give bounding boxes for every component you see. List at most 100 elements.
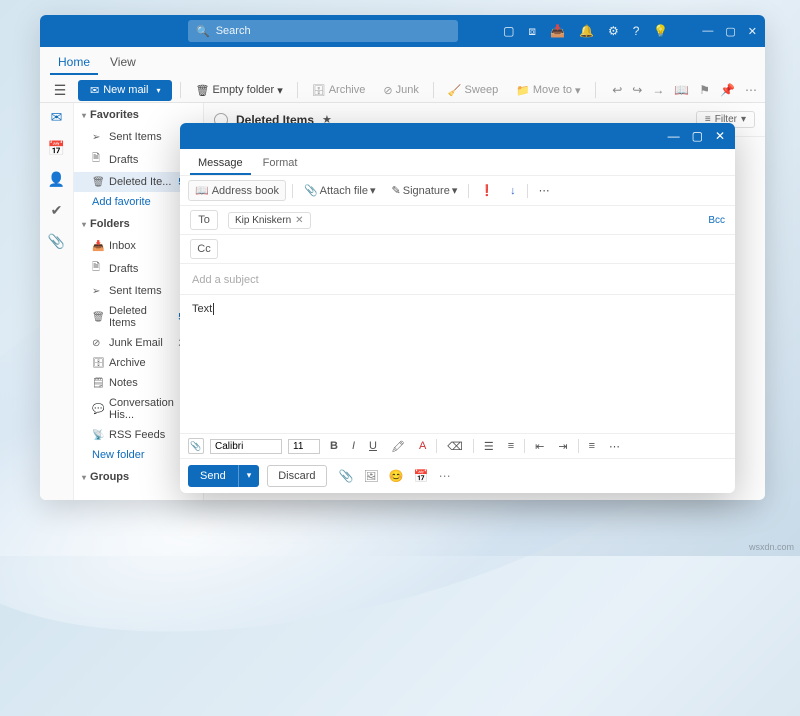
tab-home[interactable]: Home [50,51,98,75]
compose-maximize-button[interactable]: ▢ [692,129,703,143]
to-button[interactable]: To [190,210,218,230]
align-button[interactable]: ≡ [585,439,599,453]
new-mail-button[interactable]: ✉ New mail [78,80,172,101]
outdent-button[interactable]: ⇤ [531,439,548,454]
bell-icon[interactable]: 🔔 [579,24,594,38]
title-bar-actions: ▢ ⧈ 📥 🔔 ⚙ ? 💡 — ▢ ✕ [503,24,757,39]
junk-button[interactable]: ⊘Junk [377,81,424,100]
close-button[interactable]: ✕ [748,25,757,38]
clear-format-button[interactable]: ⌫ [443,439,467,454]
compose-tab-format[interactable]: Format [255,153,306,175]
drafts-icon: 🗎 [92,260,104,277]
chat-icon: 💬 [92,404,104,415]
maximize-button[interactable]: ▢ [725,25,735,38]
archive-icon: 🗄 [312,84,326,97]
hamburger-icon[interactable]: ☰ [48,78,72,102]
font-size-select[interactable] [288,439,320,454]
emoji-icon[interactable]: 😊 [389,469,404,483]
rail-people-icon[interactable]: 👤 [48,171,65,188]
reply-all-icon[interactable]: ↪ [632,83,642,97]
junk-icon: ⊘ [92,338,104,349]
flag-icon[interactable]: ⚑ [699,83,710,97]
more-options-button[interactable]: ⋯ [534,181,555,200]
bullets-button[interactable]: ☰ [480,439,498,454]
discard-button[interactable]: Discard [267,465,326,487]
feedback-icon[interactable]: 💡 [653,24,668,38]
minimize-button[interactable]: — [702,25,713,38]
subject-input[interactable] [192,274,723,286]
highlight-button[interactable]: 🖍 [387,439,409,454]
rail-calendar-icon[interactable]: 📅 [48,140,65,157]
reply-icon[interactable]: ↩ [612,83,622,97]
recipient-chip[interactable]: Kip Kniskern ✕ [228,212,311,229]
send-bar: Send ▾ Discard 📎 🖼 😊 📅 ⋯ [180,458,735,493]
settings-icon[interactable]: ⚙ [608,24,619,38]
indent-button[interactable]: ⇥ [554,439,571,454]
importance-low-button[interactable]: ↓ [505,182,521,200]
rss-icon: 📡 [92,430,104,441]
schedule-icon[interactable]: 📅 [414,469,429,483]
read-icon[interactable]: 📖 [674,83,689,97]
more-icon[interactable]: ⋯ [745,83,757,97]
font-select[interactable] [210,439,282,454]
sweep-icon: 🧹 [448,84,462,97]
rail-files-icon[interactable]: 📎 [48,233,65,250]
picture-icon[interactable]: 🖼 [363,469,378,483]
watermark: wsxdn.com [749,542,794,552]
search-placeholder: Search [216,25,251,37]
recipient-name: Kip Kniskern [235,215,291,226]
attach-file-button[interactable]: 📎Attach file ▾ [299,181,381,200]
compose-title-bar: — ▢ ✕ [180,123,735,149]
archive-icon: 🗄 [92,358,104,369]
archive-button[interactable]: 🗄Archive [306,81,372,100]
search-icon: 🔍 [196,25,210,38]
move-to-button[interactable]: 📁Move to ▾ [510,81,586,100]
book-icon: 📖 [195,184,209,197]
more-send-icon[interactable]: ⋯ [439,469,451,483]
attach-icon[interactable]: 📎 [339,469,354,483]
format-more-button[interactable]: ⋯ [605,439,624,454]
meet-now-icon[interactable]: ▢ [503,24,514,38]
folder-icon: 📁 [516,84,530,97]
empty-folder-button[interactable]: 🗑Empty folder ▾ [189,81,288,100]
bold-button[interactable]: B [326,439,342,453]
inbox-icon: 📥 [92,241,104,252]
compose-window: — ▢ ✕ Message Format 📖Address book 📎Atta… [180,123,735,493]
mail-icon: ✉ [90,84,99,97]
signature-button[interactable]: ✎Signature ▾ [387,181,463,200]
compose-minimize-button[interactable]: — [668,129,680,143]
font-color-button[interactable]: A [415,439,430,453]
compose-close-button[interactable]: ✕ [715,129,725,143]
help-icon[interactable]: ? [633,24,640,38]
to-row: To Kip Kniskern ✕ Bcc [180,206,735,235]
paperclip-icon: 📎 [304,184,318,197]
rail-mail-icon[interactable]: ✉ [51,109,63,126]
compose-tab-message[interactable]: Message [190,153,251,175]
message-body[interactable]: Text [180,295,735,433]
numbering-button[interactable]: ≡ [504,439,518,453]
cc-button[interactable]: Cc [190,239,218,259]
underline-button[interactable]: U [365,439,381,453]
italic-button[interactable]: I [348,439,359,453]
trash-icon: 🗑 [195,84,209,97]
tab-view[interactable]: View [102,51,144,75]
remove-recipient-icon[interactable]: ✕ [295,215,303,226]
rail-todo-icon[interactable]: ✔ [51,202,63,219]
inbox-icon[interactable]: 📥 [550,24,565,38]
pin-icon[interactable]: 📌 [720,83,735,97]
forward-icon[interactable]: → [652,83,664,97]
search-input[interactable]: 🔍 Search [188,20,458,42]
send-button[interactable]: Send ▾ [188,465,259,487]
sweep-button[interactable]: 🧹Sweep [442,81,504,100]
trash-icon: 🗑 [92,312,104,323]
address-book-button[interactable]: 📖Address book [188,180,286,201]
attachment-icon[interactable]: 📎 [188,438,204,454]
calendar-peek-icon[interactable]: ⧈ [528,24,536,39]
send-dropdown[interactable]: ▾ [238,465,260,487]
importance-high-button[interactable]: ❗ [475,181,499,200]
sent-icon: ➢ [92,286,104,297]
pen-icon: ✎ [392,184,401,197]
drafts-icon: 🗎 [92,151,104,168]
cc-row[interactable]: Cc [180,235,735,264]
bcc-link[interactable]: Bcc [708,215,725,226]
